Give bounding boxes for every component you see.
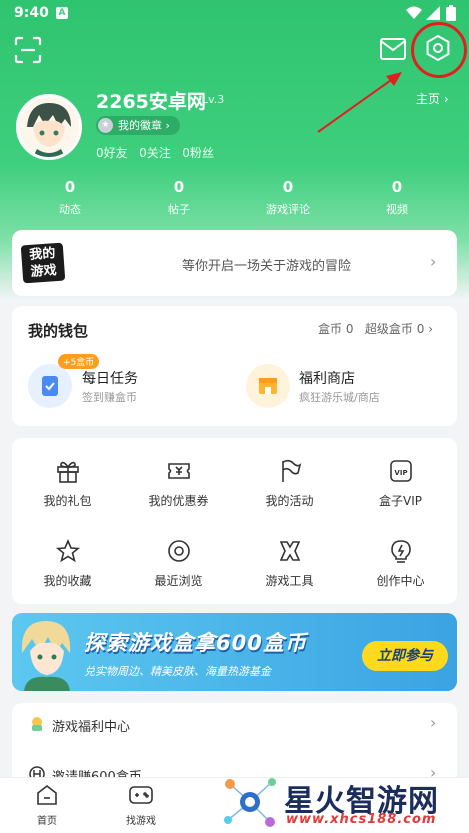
badge-label: 我的徽章 (118, 119, 162, 132)
super-coin-balance: 超级盒币 0 (364, 322, 425, 336)
scan-icon[interactable] (14, 36, 42, 64)
tab-home[interactable]: 首页 (12, 784, 82, 827)
home-icon (37, 784, 57, 805)
stat-posts-feed[interactable]: 0 动态 (25, 178, 115, 217)
tab-label: 找游戏 (126, 816, 156, 827)
site-watermark: 星火智游网 www.xhcs188.com (220, 772, 469, 833)
annotation-arrow (317, 72, 402, 133)
homepage-link[interactable]: 主页 › (416, 90, 449, 107)
grid-item-gifts[interactable]: 我的礼包 (12, 458, 123, 509)
list-item-welfare-center[interactable]: 游戏福利中心 › (12, 703, 457, 747)
grid-item-vip[interactable]: VIP 盒子VIP (345, 458, 456, 509)
stat-label: 帖子 (168, 203, 190, 216)
my-badge-button[interactable]: ★ 我的徽章 › (96, 116, 180, 135)
daily-task-subtitle: 签到赚盒币 (82, 391, 137, 404)
grid-label: 我的收藏 (43, 574, 92, 588)
grid-item-activities[interactable]: 我的活动 (234, 458, 345, 509)
grid-label: 创作中心 (376, 574, 425, 588)
promo-banner[interactable]: 探索游戏盒拿600盒币 兑实物周边、精美皮肤、海量热游基金 立即参与 (12, 613, 457, 691)
coupon-icon (167, 463, 190, 479)
stat-threads[interactable]: 0 帖子 (134, 178, 224, 217)
annotation-circle (411, 22, 467, 78)
status-bar: 9:40 A (0, 0, 469, 28)
wallet-card: 我的钱包 盒币 0 超级盒币 0 › +5盒币 每日任务 签到赚盒币 福利商店 … (12, 306, 457, 426)
vip-icon: VIP (389, 460, 412, 482)
tab-find-games[interactable]: 找游戏 (106, 784, 176, 827)
creator-icon (390, 540, 411, 563)
grid-label: 我的礼包 (43, 494, 92, 508)
gamepad-icon (129, 786, 153, 804)
stat-value: 0 (64, 178, 76, 196)
friends-count[interactable]: 0好友 (96, 146, 128, 160)
shop-icon (246, 364, 290, 408)
banner-title: 探索游戏盒拿600盒币 (84, 631, 307, 655)
stat-videos[interactable]: 0 视频 (352, 178, 442, 217)
chevron-right-icon: › (430, 713, 437, 732)
my-games-card[interactable]: 我的 游戏 等你开启一场关于游戏的冒险 › (12, 230, 457, 296)
tools-icon (279, 541, 300, 561)
stat-value: 0 (282, 178, 294, 196)
join-now-button[interactable]: 立即参与 (362, 641, 448, 671)
user-level: Lv.3 (202, 93, 225, 106)
grid-label: 我的优惠券 (148, 494, 209, 508)
grid-item-recent[interactable]: 最近浏览 (123, 538, 234, 589)
daily-task-title: 每日任务 (82, 371, 138, 387)
chevron-right-icon: › (428, 322, 433, 336)
watermark-logo-icon (224, 778, 276, 827)
wallet-coins[interactable]: 盒币 0 超级盒币 0 › (318, 320, 433, 337)
stat-value: 0 (391, 178, 403, 196)
battery-icon (446, 5, 456, 21)
tab-label: 首页 (37, 816, 57, 827)
stat-value: 0 (173, 178, 185, 196)
mail-icon[interactable] (379, 36, 407, 62)
wallet-title: 我的钱包 (28, 322, 89, 340)
grid-label: 游戏工具 (265, 574, 314, 588)
grid-item-tools[interactable]: 游戏工具 (234, 538, 345, 589)
svg-text:VIP: VIP (394, 469, 407, 477)
grid-label: 最近浏览 (154, 574, 203, 588)
logo-line-1: 我的 (28, 246, 56, 263)
badge-star-icon: ★ (98, 118, 113, 133)
grid-item-creator[interactable]: 创作中心 (345, 538, 456, 589)
coin-reward-tag: +5盒币 (58, 354, 100, 369)
status-time: 9:40 (14, 5, 49, 21)
star-icon (55, 538, 80, 563)
logo-line-2: 游戏 (30, 263, 58, 280)
avatar-illustration (19, 97, 79, 157)
stat-label: 视频 (386, 203, 408, 216)
flag-icon (281, 459, 301, 482)
fans-count[interactable]: 0粉丝 (182, 146, 214, 160)
grid-item-favorites[interactable]: 我的收藏 (12, 538, 123, 589)
notification-a-icon: A (56, 7, 68, 19)
chevron-right-icon: › (443, 92, 449, 106)
stat-label: 动态 (59, 203, 81, 216)
my-games-logo: 我的 游戏 (20, 242, 66, 284)
welfare-shop-title: 福利商店 (299, 371, 355, 387)
daily-task-icon (28, 364, 72, 408)
grid-label: 盒子VIP (379, 494, 422, 508)
banner-subtitle: 兑实物周边、精美皮肤、海量热游基金 (84, 665, 271, 678)
stat-label: 游戏评论 (266, 203, 310, 216)
social-counts: 0好友 0关注 0粉丝 (96, 144, 214, 161)
function-grid: 我的礼包 我的优惠券 我的活动 VIP 盒子VIP 我的收藏 最近浏览 游戏工具… (12, 438, 457, 604)
eye-icon (167, 540, 190, 562)
welfare-shop-subtitle: 疯狂游乐城/商店 (299, 391, 380, 404)
grid-item-coupons[interactable]: 我的优惠券 (123, 458, 234, 509)
following-count[interactable]: 0关注 (139, 146, 171, 160)
gift-icon (56, 461, 79, 483)
game-welfare-icon (32, 717, 42, 731)
list-item-label: 游戏福利中心 (52, 720, 131, 735)
grid-label: 我的活动 (265, 494, 314, 508)
coin-balance: 盒币 0 (318, 322, 354, 336)
homepage-label: 主页 (416, 92, 441, 106)
banner-character-illustration (21, 621, 71, 691)
chevron-right-icon: › (430, 252, 437, 271)
username[interactable]: 2265安卓网 (96, 87, 206, 114)
stat-game-reviews[interactable]: 0 游戏评论 (243, 178, 333, 217)
my-games-tagline: 等你开启一场关于游戏的冒险 (182, 259, 352, 274)
avatar[interactable] (16, 94, 82, 160)
watermark-url: www.xhcs188.com (286, 812, 437, 827)
signal-icon (426, 6, 440, 20)
wifi-icon (406, 6, 422, 19)
